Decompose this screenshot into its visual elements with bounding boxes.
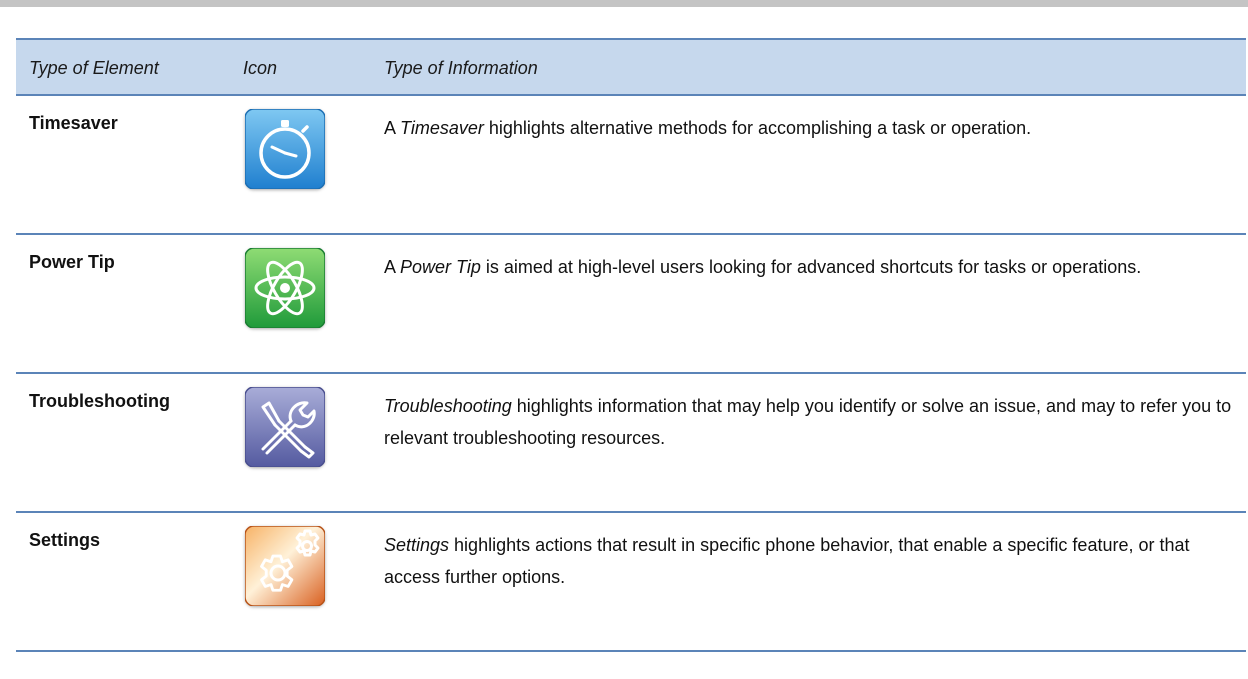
element-name: Power Tip: [29, 252, 115, 272]
header-icon: Icon: [243, 58, 278, 78]
table-header: Type of Element Icon Type of Information: [16, 38, 1246, 96]
header-type-of-element: Type of Element: [29, 58, 159, 78]
table-row-power-tip: Power Tip A Power Tip is aimed at high-l…: [16, 235, 1246, 374]
element-name: Settings: [29, 530, 101, 550]
table-row-troubleshooting: Troubleshooting Troubleshooting highligh…: [16, 374, 1246, 513]
element-name: Timesaver: [29, 113, 118, 133]
atom-icon: [245, 248, 325, 328]
element-description: A Power Tip is aimed at high-level users…: [384, 257, 1142, 277]
icon-legend-table: Type of Element Icon Type of Information…: [16, 38, 1246, 652]
table-row-settings: Settings Settings highlights actions tha…: [16, 513, 1246, 652]
element-name: Troubleshooting: [29, 391, 170, 411]
element-description: Troubleshooting highlights information t…: [384, 396, 1232, 448]
element-description: Settings highlights actions that result …: [384, 535, 1190, 587]
header-type-of-information: Type of Information: [384, 58, 538, 78]
stopwatch-icon: [245, 109, 325, 189]
top-divider: [0, 0, 1248, 7]
element-description: A Timesaver highlights alternative metho…: [384, 118, 1032, 138]
table-row-timesaver: Timesaver A Timesaver highlights alterna…: [16, 96, 1246, 235]
gears-icon: [245, 526, 325, 606]
tools-icon: [245, 387, 325, 467]
